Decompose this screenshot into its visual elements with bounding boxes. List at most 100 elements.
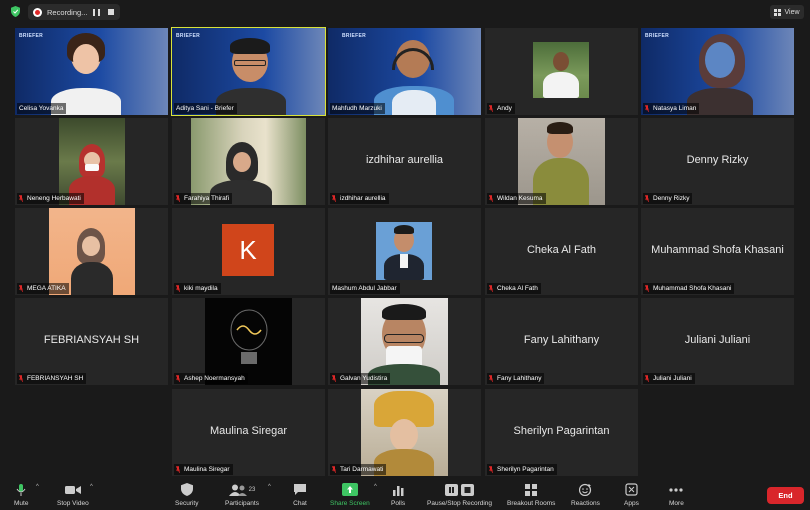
video-tile-wildan[interactable]: Wildan Kesuma (485, 118, 638, 205)
video-tile-ashep[interactable]: Ashep Noermansyah (172, 298, 325, 385)
share-screen-button[interactable]: Share Screen (330, 482, 370, 507)
video-tile-fany[interactable]: Fany Lahithany Fany Lahithany (485, 298, 638, 385)
participant-name: Neneng Herbawati (27, 195, 81, 202)
muted-mic-icon (19, 375, 23, 382)
pause-stop-icon (444, 483, 474, 496)
participant-label: MEGA ATIKA (17, 283, 69, 294)
video-tile-cheka[interactable]: Cheka Al Fath Cheka Al Fath (485, 208, 638, 295)
participant-label: Neneng Herbawati (17, 193, 84, 204)
video-tile-farahiya[interactable]: Farahiya Thirafi (172, 118, 325, 205)
apps-label: Apps (624, 500, 639, 507)
view-button[interactable]: View (770, 5, 804, 19)
polls-button[interactable]: Polls (391, 482, 405, 507)
more-button[interactable]: More (669, 482, 684, 507)
stop-video-button[interactable]: Stop Video (57, 482, 89, 507)
grid-icon (774, 8, 782, 16)
muted-mic-icon (489, 285, 493, 292)
participant-label: Mahfudh Marzuki (330, 103, 385, 114)
recording-indicator: Recording... (28, 4, 120, 20)
muted-mic-icon (489, 375, 493, 382)
participant-label: Sherilyn Pagarintan (487, 464, 557, 475)
brand-logo: BRIEFER (176, 33, 201, 39)
participant-display-name: Muhammad Shofa Khasani (651, 244, 784, 256)
face-mask (85, 164, 99, 171)
participant-name: Sherilyn Pagarintan (497, 466, 554, 473)
participant-label: Celisa Yovanka (17, 103, 67, 114)
participants-label: Participants (225, 500, 259, 507)
video-tile-natasya[interactable]: BRIEFER Natasya Liman (641, 28, 794, 115)
participant-label: Denny Rizky (643, 193, 693, 204)
reactions-button[interactable]: Reactions (571, 482, 600, 507)
participant-label: Natasya Liman (643, 103, 700, 114)
breakout-rooms-button[interactable]: Breakout Rooms (507, 482, 555, 507)
end-meeting-button[interactable]: End (767, 487, 804, 504)
participant-name: Galvan Yudistira (340, 375, 388, 382)
video-tile-denny[interactable]: Denny Rizky Denny Rizky (641, 118, 794, 205)
chevron-up-icon[interactable]: ^ (36, 484, 39, 490)
video-tile-mashum[interactable]: Mashum Abdul Jabbar (328, 208, 481, 295)
video-camera-icon (64, 482, 81, 497)
participant-display-name: Denny Rizky (686, 154, 749, 166)
participant-name: Natasya Liman (653, 105, 697, 112)
microphone-icon (15, 482, 27, 497)
participant-display-name: Sherilyn Pagarintan (513, 425, 610, 437)
pause-icon[interactable] (93, 8, 100, 16)
top-bar: Recording... View (0, 0, 810, 24)
apps-button[interactable]: Apps (624, 482, 639, 507)
participant-label: Wildan Kesuma (487, 193, 546, 204)
stop-icon[interactable] (108, 9, 114, 15)
share-screen-label: Share Screen (330, 500, 370, 507)
participants-button[interactable]: 23 Participants (225, 482, 259, 507)
chat-label: Chat (293, 500, 307, 507)
video-tile-neneng[interactable]: Neneng Herbawati (15, 118, 168, 205)
participant-name: Celisa Yovanka (19, 105, 64, 112)
participant-name: Tari Darmawati (340, 466, 384, 473)
participant-name: Mahfudh Marzuki (332, 105, 382, 112)
apps-icon (625, 482, 638, 497)
lightbulb-icon (230, 309, 268, 364)
share-screen-icon (341, 482, 358, 497)
participant-name: Cheka Al Fath (497, 285, 538, 292)
shield-icon[interactable] (11, 6, 20, 17)
meeting-toolbar: Mute ^ Stop Video ^ Security 23 Particip… (0, 478, 810, 510)
video-tile-mega[interactable]: MEGA ATIKA (15, 208, 168, 295)
chevron-up-icon[interactable]: ^ (374, 484, 377, 490)
participant-name: Mashum Abdul Jabbar (332, 285, 397, 292)
video-tile-febriansyah[interactable]: FEBRIANSYAH SH FEBRIANSYAH SH (15, 298, 168, 385)
participant-display-name: Juliani Juliani (684, 334, 751, 346)
chevron-up-icon[interactable]: ^ (268, 484, 271, 490)
stop-video-label: Stop Video (57, 500, 89, 507)
participant-name: Muhammad Shofa Khasani (653, 285, 732, 292)
muted-mic-icon (489, 195, 493, 202)
pause-stop-recording-button[interactable]: Pause/Stop Recording (427, 482, 492, 507)
mute-label: Mute (14, 500, 29, 507)
mute-button[interactable]: Mute (14, 482, 28, 507)
video-tile-andy[interactable]: Andy (485, 28, 638, 115)
video-tile-izdhihar[interactable]: izdhihar aurellia izdhihar aurellia (328, 118, 481, 205)
chat-button[interactable]: Chat (293, 482, 307, 507)
participant-label: Mashum Abdul Jabbar (330, 283, 400, 294)
video-tile-juliani[interactable]: Juliani Juliani Juliani Juliani (641, 298, 794, 385)
video-tile-tari[interactable]: Tari Darmawati (328, 389, 481, 476)
muted-mic-icon (645, 285, 649, 292)
muted-mic-icon (19, 285, 23, 292)
participant-name: Aditya Sani - Briefer (176, 105, 234, 112)
video-tile-galvan[interactable]: Galvan Yudistira (328, 298, 481, 385)
view-label: View (784, 8, 800, 16)
video-tile-muhammad[interactable]: Muhammad Shofa Khasani Muhammad Shofa Kh… (641, 208, 794, 295)
video-tile-maulina[interactable]: Maulina Siregar Maulina Siregar (172, 389, 325, 476)
brand-logo: BRIEFER (645, 33, 670, 39)
chevron-up-icon[interactable]: ^ (90, 484, 93, 490)
recording-control-label: Pause/Stop Recording (427, 500, 493, 507)
grid-icon (525, 482, 538, 497)
video-tile-mahfudh[interactable]: BRIEFER Mahfudh Marzuki (328, 28, 481, 115)
security-button[interactable]: Security (175, 482, 198, 507)
video-tile-sherilyn[interactable]: Sherilyn Pagarintan Sherilyn Pagarintan (485, 389, 638, 476)
participant-label: Andy (487, 103, 515, 114)
video-tile-aditya[interactable]: BRIEFER Aditya Sani - Briefer (171, 27, 326, 116)
glasses-icon (384, 334, 424, 343)
muted-mic-icon (176, 285, 180, 292)
video-tile-celisa[interactable]: BRIEFER Celisa Yovanka (15, 28, 168, 115)
video-tile-kiki[interactable]: K kiki maydila (172, 208, 325, 295)
participant-name: Ashep Noermansyah (184, 375, 245, 382)
